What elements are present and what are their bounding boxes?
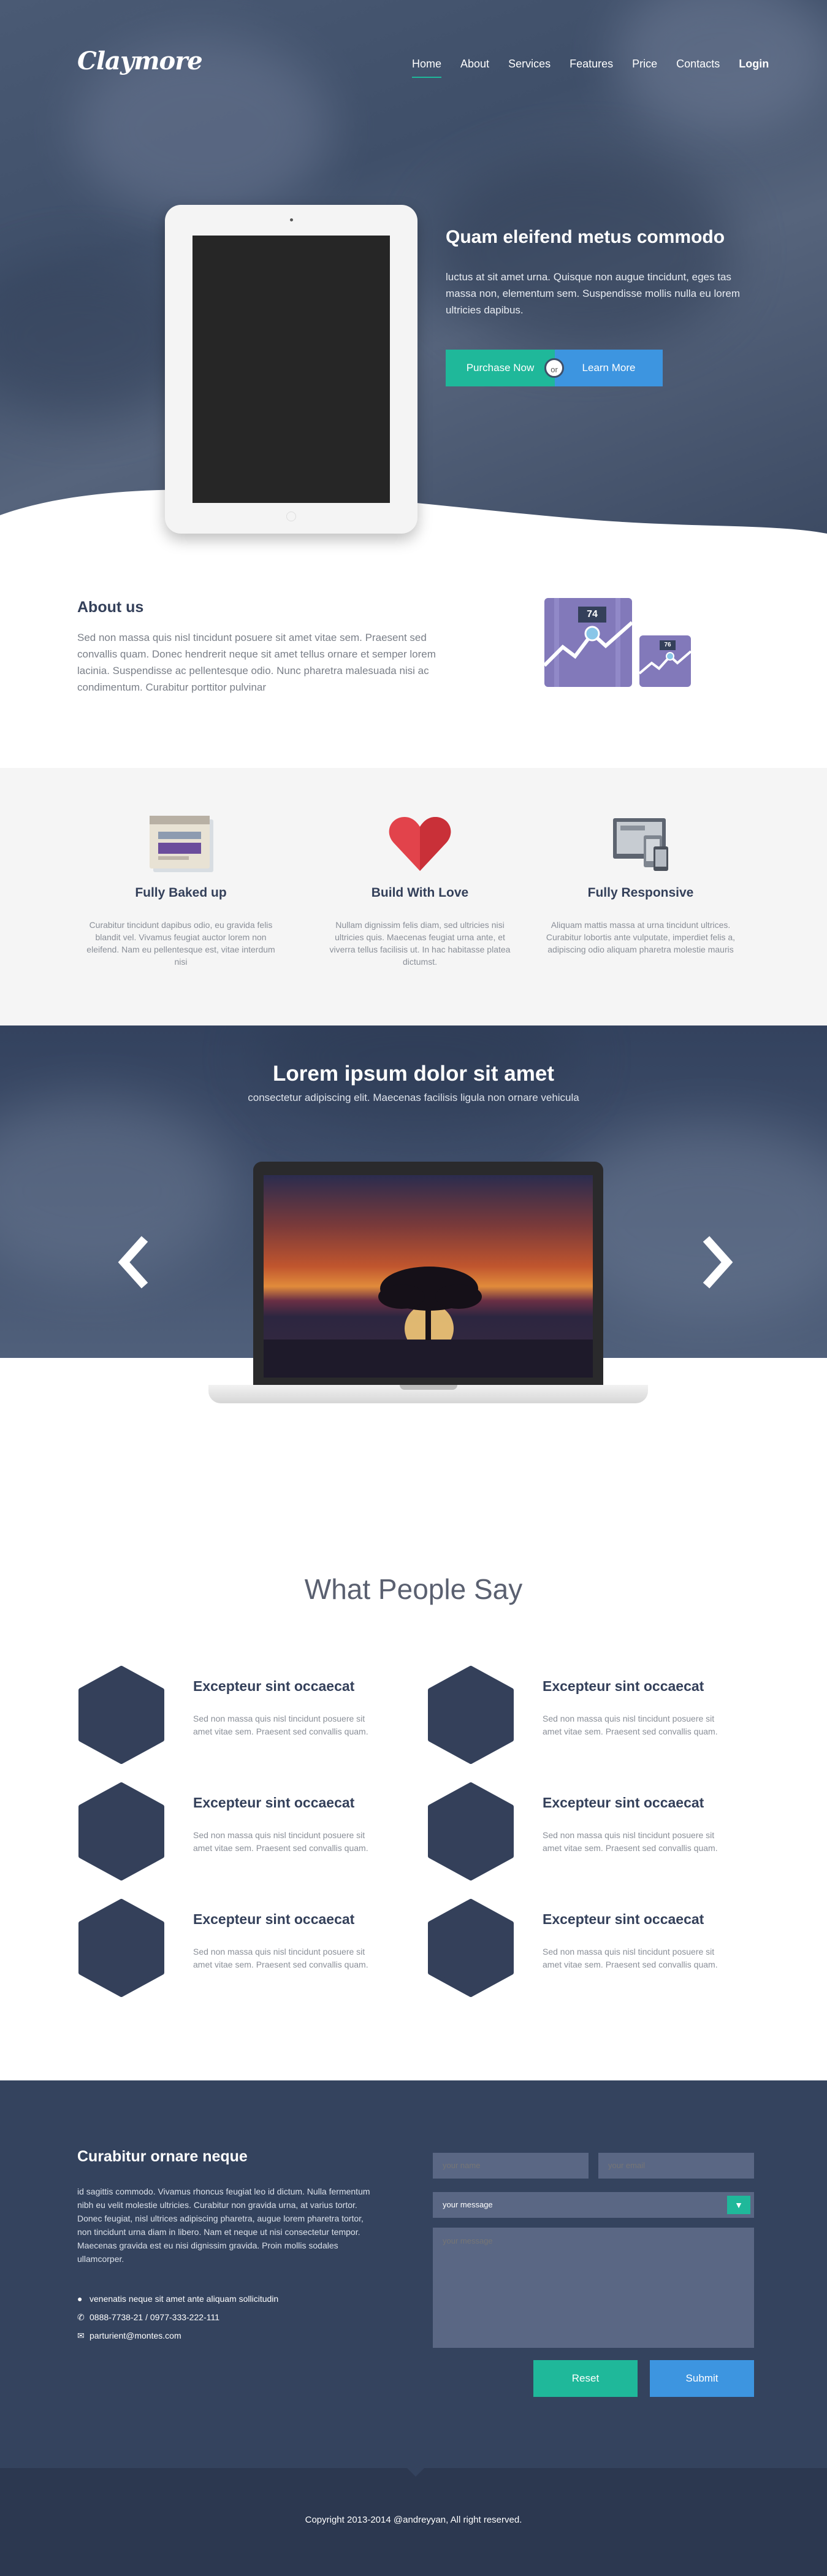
feature-card: Build With Love Nullam dignissim felis d… [322,811,518,968]
testimonial-card: Excepteur sint occaecat Sed non massa qu… [77,1899,408,1997]
feature-card: Fully Baked up Curabitur tincidunt dapib… [83,811,279,968]
testimonial-text: Sed non massa quis nisl tincidunt posuer… [543,1714,718,1736]
contact-address: ● venenatis neque sit amet ante aliquam s… [77,2294,278,2304]
email-text[interactable]: parturient@montes.com [90,2331,181,2340]
testimonial-name: Excepteur sint occaecat [193,1911,355,1927]
about-text: Sed non massa quis nisl tincidunt posuer… [77,632,436,693]
avatar [428,1782,514,1880]
tablet-mockup [165,205,417,534]
testimonial-card: Excepteur sint occaecat Sed non massa qu… [77,1782,408,1880]
testimonial-name: Excepteur sint occaecat [193,1795,355,1811]
chevron-down-icon[interactable]: ▼ [727,2196,750,2214]
feature-text: Nullam dignissim felis diam, sed ultrici… [329,920,511,967]
brand-logo[interactable]: Claymore [77,47,203,75]
message-field[interactable] [433,2228,754,2348]
testimonial-card: Excepteur sint occaecat Sed non massa qu… [427,1782,758,1880]
phone-icon: ✆ [77,2312,85,2322]
copyright-text: Copyright 2013-2014 @andreyyan, All righ… [305,2515,522,2525]
feature-card: Fully Responsive Aliquam mattis massa at… [543,811,739,956]
contact-phone: ✆ 0888-7738-21 / 0977-333-222-111 [77,2312,219,2323]
learn-more-button[interactable]: Learn More [555,350,663,386]
nav-contacts[interactable]: Contacts [676,58,720,78]
tablet-home-button [286,512,296,521]
contact-email: ✉ parturient@montes.com [77,2331,181,2341]
envelope-icon: ✉ [77,2331,85,2340]
stat-value-big: 74 [578,607,606,623]
avatar [428,1666,514,1764]
browser-window-icon [147,811,215,878]
testimonial-text: Sed non massa quis nisl tincidunt posuer… [193,1830,368,1853]
feature-text: Aliquam mattis massa at urna tincidunt u… [546,920,736,954]
footer-notch [407,2468,424,2477]
testimonial-name: Excepteur sint occaecat [543,1795,704,1811]
avatar [78,1899,164,1997]
address-text: venenatis neque sit amet ante aliquam so… [90,2294,279,2304]
main-nav: Home About Services Features Price Conta… [412,58,769,78]
submit-button[interactable]: Submit [650,2360,754,2397]
laptop-notch [400,1385,457,1390]
testimonial-text: Sed non massa quis nisl tincidunt posuer… [193,1947,368,1969]
testimonials-title: What People Say [304,1573,523,1605]
message-select[interactable]: your message [433,2192,754,2218]
about-title: About us [77,599,144,616]
location-pin-icon: ● [77,2294,83,2304]
purchase-now-button[interactable]: Purchase Now [446,350,555,386]
contact-text: id sagittis commodo. Vivamus rhoncus feu… [77,2187,370,2264]
nav-about[interactable]: About [460,58,489,78]
nav-login[interactable]: Login [739,58,769,78]
nav-features[interactable]: Features [570,58,613,78]
nav-home[interactable]: Home [412,58,442,78]
name-field[interactable] [433,2153,589,2179]
nav-price[interactable]: Price [632,58,657,78]
hero-title: Quam eleifend metus commodo [446,227,725,247]
tablet-camera [290,218,293,221]
testimonial-card: Excepteur sint occaecat Sed non massa qu… [427,1899,758,1997]
nav-services[interactable]: Services [508,58,551,78]
feature-text: Curabitur tincidunt dapibus odio, eu gra… [86,920,275,967]
slider-title: Lorem ipsum dolor sit amet [273,1062,554,1086]
or-badge: or [544,358,564,378]
stats-chart-small-icon: 76 [639,635,691,687]
phone-text: 0888-7738-21 / 0977-333-222-111 [90,2312,219,2322]
chevron-left-icon[interactable] [115,1232,152,1293]
features-section: Fully Baked up Curabitur tincidunt dapib… [0,768,827,1025]
testimonial-card: Excepteur sint occaecat Sed non massa qu… [77,1666,408,1764]
avatar [78,1782,164,1880]
stat-value-small: 76 [660,640,676,650]
tablet-screen [192,236,390,503]
devices-icon [607,811,674,878]
hero-text: luctus at sit amet urna. Quisque non aug… [446,271,741,316]
avatar [428,1899,514,1997]
testimonial-name: Excepteur sint occaecat [543,1911,704,1927]
laptop-screen-image [264,1175,593,1378]
testimonial-name: Excepteur sint occaecat [193,1678,355,1694]
slider-subtitle: consectetur adipiscing elit. Maecenas fa… [248,1092,579,1103]
testimonial-text: Sed non massa quis nisl tincidunt posuer… [543,1830,718,1853]
feature-title: Fully Baked up [135,886,227,900]
feature-title: Fully Responsive [587,886,694,900]
feature-title: Build With Love [371,886,469,900]
testimonial-card: Excepteur sint occaecat Sed non massa qu… [427,1666,758,1764]
contact-title: Curabitur ornare neque [77,2148,248,2165]
stats-chart-icon: 74 [544,598,632,687]
testimonial-text: Sed non massa quis nisl tincidunt posuer… [193,1714,368,1736]
email-field[interactable] [598,2153,754,2179]
testimonial-text: Sed non massa quis nisl tincidunt posuer… [543,1947,718,1969]
chevron-right-icon[interactable] [699,1232,736,1293]
reset-button[interactable]: Reset [533,2360,638,2397]
avatar [78,1666,164,1764]
heart-icon [386,811,454,878]
testimonial-name: Excepteur sint occaecat [543,1678,704,1694]
